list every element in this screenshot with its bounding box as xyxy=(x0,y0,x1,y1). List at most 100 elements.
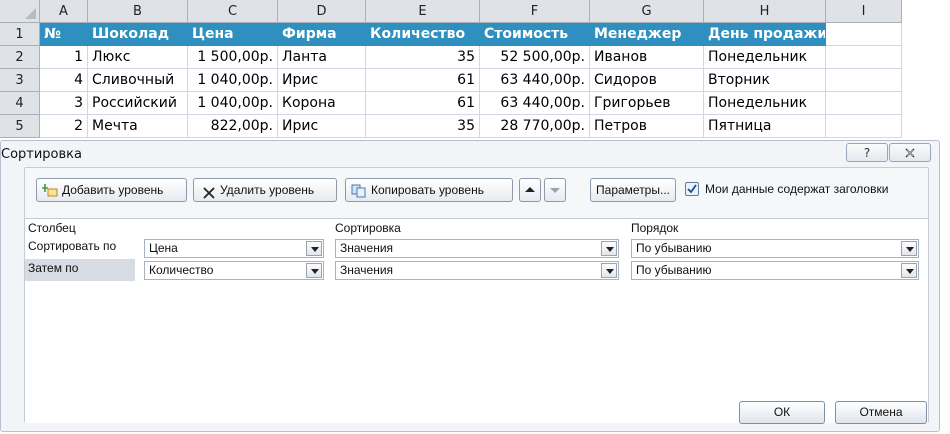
table-cell[interactable]: 28 770,00р. xyxy=(480,115,590,138)
table-cell[interactable]: Иванов xyxy=(590,46,704,69)
header-cell-chocolate[interactable]: Шоколад xyxy=(88,23,188,46)
column-select[interactable]: Цена xyxy=(144,239,324,258)
delete-level-button[interactable]: Удалить уровень xyxy=(193,178,337,202)
header-cell-manager[interactable]: Менеджер xyxy=(590,23,704,46)
header-cell-price[interactable]: Цена xyxy=(188,23,278,46)
table-cell[interactable]: Сливочный xyxy=(88,69,188,92)
table-cell[interactable]: 61 xyxy=(366,92,480,115)
column-header-f[interactable]: F xyxy=(480,0,590,23)
add-level-button[interactable]: Добавить уровень xyxy=(36,178,187,202)
move-down-button[interactable] xyxy=(544,178,566,202)
select-all-corner[interactable] xyxy=(0,0,40,23)
row-number[interactable]: 4 xyxy=(0,92,40,115)
table-cell[interactable]: Понедельник xyxy=(704,46,826,69)
sort-levels-grid: Столбец Сортировка Порядок Сортировать п… xyxy=(25,218,928,423)
delete-level-label: Удалить уровень xyxy=(220,183,315,197)
add-level-label: Добавить уровень xyxy=(62,183,164,197)
sheet-row-5: 5 2 Мечта 822,00р. Ирис 35 28 770,00р. П… xyxy=(0,115,950,138)
row-number[interactable]: 3 xyxy=(0,69,40,92)
header-cell-cost[interactable]: Стоимость xyxy=(480,23,590,46)
close-icon[interactable] xyxy=(889,143,931,162)
table-cell[interactable]: Понедельник xyxy=(704,92,826,115)
table-cell[interactable]: Вторник xyxy=(704,69,826,92)
table-cell[interactable]: Мечта xyxy=(88,115,188,138)
grid-header-sort: Сортировка xyxy=(335,221,401,235)
chevron-down-icon[interactable] xyxy=(901,263,917,278)
table-cell[interactable]: Люкс xyxy=(88,46,188,69)
order-select-value: По убыванию xyxy=(636,263,712,277)
empty-cell[interactable] xyxy=(826,23,902,46)
table-cell[interactable]: 1 040,00р. xyxy=(188,69,278,92)
column-header-row: A B C D E F G H I xyxy=(0,0,950,23)
table-cell[interactable]: Ирис xyxy=(278,69,366,92)
column-header-h[interactable]: H xyxy=(704,0,826,23)
empty-cell[interactable] xyxy=(826,69,902,92)
chevron-down-icon[interactable] xyxy=(601,241,617,256)
column-header-d[interactable]: D xyxy=(278,0,366,23)
chevron-down-icon[interactable] xyxy=(901,241,917,256)
sort-on-select[interactable]: Значения xyxy=(335,261,619,280)
table-cell[interactable]: Пятница xyxy=(704,115,826,138)
question-mark-icon[interactable]: ? xyxy=(846,143,888,162)
row-number[interactable]: 1 xyxy=(0,23,40,46)
sort-dialog: Сортировка ? Добавить уровень Удалить ур… xyxy=(0,140,940,432)
copy-level-label: Копировать уровень xyxy=(371,183,484,197)
header-cell-sale-day[interactable]: День продажи xyxy=(704,23,826,46)
chevron-down-icon[interactable] xyxy=(306,263,322,278)
delete-x-icon xyxy=(203,184,215,206)
order-select[interactable]: По убыванию xyxy=(631,261,919,280)
table-cell[interactable]: Российский xyxy=(88,92,188,115)
options-button[interactable]: Параметры... xyxy=(590,178,676,202)
sort-on-select-value: Значения xyxy=(340,241,394,255)
table-cell[interactable]: 63 440,00р. xyxy=(480,92,590,115)
sort-on-select[interactable]: Значения xyxy=(335,239,619,258)
table-cell[interactable]: 35 xyxy=(366,46,480,69)
row-number[interactable]: 2 xyxy=(0,46,40,69)
table-cell[interactable]: Корона xyxy=(278,92,366,115)
table-cell[interactable]: 3 xyxy=(40,92,88,115)
spreadsheet: A B C D E F G H I 1 № Шоколад Цена Фирма… xyxy=(0,0,950,142)
empty-cell[interactable] xyxy=(826,46,902,69)
dialog-title: Сортировка xyxy=(1,147,82,162)
copy-level-button[interactable]: Копировать уровень xyxy=(345,178,513,202)
cancel-button[interactable]: Отмена xyxy=(835,401,927,424)
ok-button[interactable]: ОК xyxy=(739,401,825,424)
table-cell[interactable]: 4 xyxy=(40,69,88,92)
column-select[interactable]: Количество xyxy=(144,261,324,280)
column-header-e[interactable]: E xyxy=(366,0,480,23)
column-header-a[interactable]: A xyxy=(40,0,88,23)
table-cell[interactable]: 1 500,00р. xyxy=(188,46,278,69)
column-header-g[interactable]: G xyxy=(590,0,704,23)
table-cell[interactable]: 35 xyxy=(366,115,480,138)
move-up-button[interactable] xyxy=(519,178,541,202)
header-cell-company[interactable]: Фирма xyxy=(278,23,366,46)
row-number[interactable]: 5 xyxy=(0,115,40,138)
order-select[interactable]: По убыванию xyxy=(631,239,919,258)
table-cell[interactable]: 52 500,00р. xyxy=(480,46,590,69)
table-cell[interactable]: Ланта xyxy=(278,46,366,69)
table-cell[interactable]: 1 040,00р. xyxy=(188,92,278,115)
sort-level-row[interactable]: Сортировать по Цена Значения По убыванию xyxy=(25,237,928,259)
chevron-down-icon[interactable] xyxy=(306,241,322,256)
table-cell[interactable]: Петров xyxy=(590,115,704,138)
table-cell[interactable]: 61 xyxy=(366,69,480,92)
svg-text:?: ? xyxy=(864,146,870,160)
level-label: Сортировать по xyxy=(28,239,117,253)
empty-cell[interactable] xyxy=(826,92,902,115)
table-cell[interactable]: 822,00р. xyxy=(188,115,278,138)
table-cell[interactable]: Сидоров xyxy=(590,69,704,92)
header-cell-quantity[interactable]: Количество xyxy=(366,23,480,46)
column-header-i[interactable]: I xyxy=(826,0,902,23)
table-cell[interactable]: 2 xyxy=(40,115,88,138)
table-cell[interactable]: Григорьев xyxy=(590,92,704,115)
table-cell[interactable]: 1 xyxy=(40,46,88,69)
empty-cell[interactable] xyxy=(826,115,902,138)
column-header-c[interactable]: C xyxy=(188,0,278,23)
chevron-down-icon[interactable] xyxy=(601,263,617,278)
header-cell-number[interactable]: № xyxy=(40,23,88,46)
headers-checkbox[interactable] xyxy=(685,182,699,196)
table-cell[interactable]: Ирис xyxy=(278,115,366,138)
sort-level-row[interactable]: Затем по Количество Значения По убыванию xyxy=(25,259,928,281)
column-header-b[interactable]: B xyxy=(88,0,188,23)
table-cell[interactable]: 63 440,00р. xyxy=(480,69,590,92)
